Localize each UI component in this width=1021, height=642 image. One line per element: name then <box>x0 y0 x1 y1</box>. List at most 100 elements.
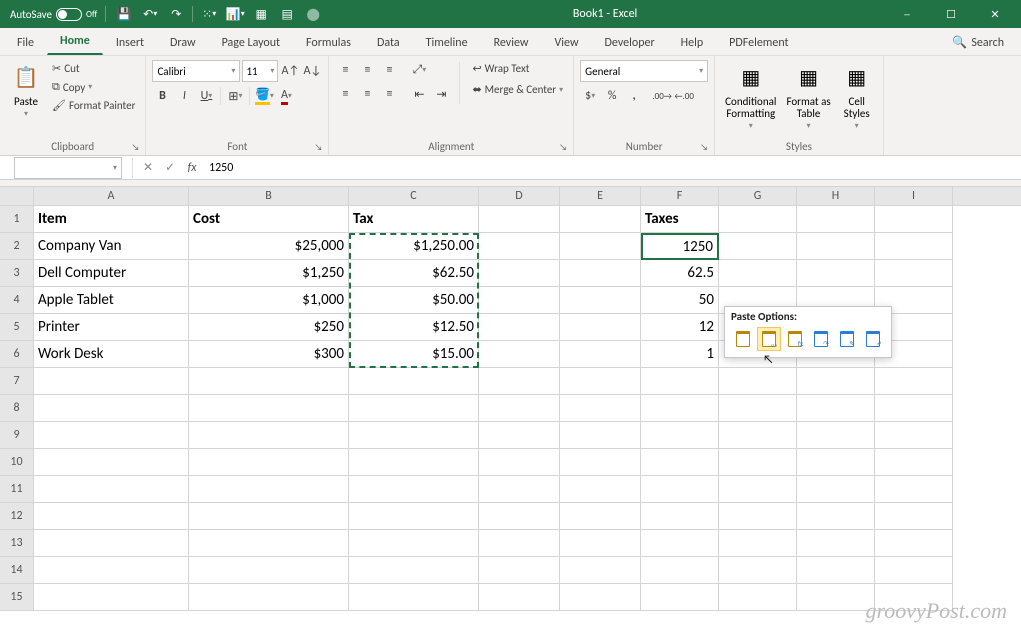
cell-F3[interactable]: 62.5 <box>641 260 719 287</box>
cell-B15[interactable] <box>189 584 349 611</box>
col-header[interactable]: C <box>349 187 479 205</box>
cell-F1[interactable]: Taxes <box>641 206 719 233</box>
paste-button[interactable]: 📋 Paste ▾ <box>6 60 46 121</box>
merge-center-button[interactable]: ⬌Merge & Center▾ <box>468 81 567 98</box>
cell-F10[interactable] <box>641 449 719 476</box>
paste-all-button[interactable] <box>731 327 755 351</box>
row-header[interactable]: 5 <box>0 314 34 341</box>
cell-C10[interactable] <box>349 449 479 476</box>
cell-H3[interactable] <box>797 260 875 287</box>
paste-values-button[interactable]: ₁₂₃ <box>757 327 781 351</box>
cell-E15[interactable] <box>560 584 641 611</box>
align-center-icon[interactable]: ≡ <box>357 84 377 104</box>
font-color-button[interactable]: A▾ <box>276 86 296 106</box>
align-top-icon[interactable]: ≡ <box>335 60 355 80</box>
cell-F12[interactable] <box>641 503 719 530</box>
number-format-select[interactable]: General▾ <box>580 60 708 82</box>
cell-A12[interactable] <box>34 503 189 530</box>
cell-C14[interactable] <box>349 557 479 584</box>
tab-developer[interactable]: Developer <box>592 29 668 55</box>
cell-C2[interactable]: $1,250.00 <box>349 233 479 260</box>
cell-G12[interactable] <box>719 503 797 530</box>
cell-A3[interactable]: Dell Computer <box>34 260 189 287</box>
cell-B14[interactable] <box>189 557 349 584</box>
cell-B4[interactable]: $1,000 <box>189 287 349 314</box>
tab-pagelayout[interactable]: Page Layout <box>209 29 293 55</box>
row-header[interactable]: 12 <box>0 503 34 530</box>
qat-scatter-icon[interactable]: ⁙▾ <box>197 2 221 26</box>
borders-button[interactable]: ⊞▾ <box>225 86 245 106</box>
cell-E2[interactable] <box>560 233 641 260</box>
cell-H10[interactable] <box>797 449 875 476</box>
cell-B9[interactable] <box>189 422 349 449</box>
dialog-launcher-icon[interactable]: ↘ <box>132 142 140 153</box>
cut-button[interactable]: ✂Cut <box>48 60 139 77</box>
worksheet-grid[interactable]: A B C D E F G H I 123456789101112131415 … <box>0 186 1021 611</box>
cell-D4[interactable] <box>479 287 560 314</box>
col-header[interactable]: I <box>875 187 953 205</box>
tab-help[interactable]: Help <box>668 29 717 55</box>
increase-decimal-icon[interactable]: .00→ <box>652 86 672 106</box>
cell-C3[interactable]: $62.50 <box>349 260 479 287</box>
fx-icon[interactable]: fx <box>181 157 203 179</box>
autosave-toggle[interactable]: AutoSave Off <box>10 8 97 21</box>
cell-B8[interactable] <box>189 395 349 422</box>
confirm-edit-icon[interactable]: ✓ <box>159 157 181 179</box>
col-header[interactable]: D <box>479 187 560 205</box>
row-header[interactable]: 7 <box>0 368 34 395</box>
cell-B6[interactable]: $300 <box>189 341 349 368</box>
row-header[interactable]: 2 <box>0 233 34 260</box>
cell-H13[interactable] <box>797 530 875 557</box>
row-header[interactable]: 6 <box>0 341 34 368</box>
dialog-launcher-icon[interactable]: ↘ <box>559 142 567 153</box>
cell-H15[interactable] <box>797 584 875 611</box>
cell-G11[interactable] <box>719 476 797 503</box>
cell-styles-button[interactable]: ▦Cell Styles▾ <box>837 60 877 133</box>
cell-A9[interactable] <box>34 422 189 449</box>
cell-G10[interactable] <box>719 449 797 476</box>
row-header[interactable]: 10 <box>0 449 34 476</box>
row-header[interactable]: 11 <box>0 476 34 503</box>
cell-H8[interactable] <box>797 395 875 422</box>
cell-I11[interactable] <box>875 476 953 503</box>
cell-E12[interactable] <box>560 503 641 530</box>
cell-H11[interactable] <box>797 476 875 503</box>
row-header[interactable]: 8 <box>0 395 34 422</box>
conditional-formatting-button[interactable]: ▦Conditional Formatting▾ <box>721 60 780 133</box>
cell-B12[interactable] <box>189 503 349 530</box>
cell-H14[interactable] <box>797 557 875 584</box>
cell-C5[interactable]: $12.50 <box>349 314 479 341</box>
dialog-launcher-icon[interactable]: ↘ <box>315 142 323 153</box>
cell-A13[interactable] <box>34 530 189 557</box>
save-icon[interactable]: 💾 <box>112 2 136 26</box>
row-header[interactable]: 1 <box>0 206 34 233</box>
increase-font-icon[interactable]: A↑ <box>280 61 300 81</box>
decrease-font-icon[interactable]: A↓ <box>302 61 322 81</box>
align-bottom-icon[interactable]: ≡ <box>379 60 399 80</box>
cell-G2[interactable] <box>719 233 797 260</box>
increase-indent-icon[interactable]: ⇥ <box>431 84 451 104</box>
cell-A2[interactable]: Company Van <box>34 233 189 260</box>
cell-G3[interactable] <box>719 260 797 287</box>
name-box[interactable]: ▾ <box>14 157 122 179</box>
cell-C11[interactable] <box>349 476 479 503</box>
cell-B7[interactable] <box>189 368 349 395</box>
cell-D8[interactable] <box>479 395 560 422</box>
paste-transpose-button[interactable]: ↷ <box>809 327 833 351</box>
cell-C6[interactable]: $15.00 <box>349 341 479 368</box>
cell-D5[interactable] <box>479 314 560 341</box>
cell-F7[interactable] <box>641 368 719 395</box>
row-header[interactable]: 4 <box>0 287 34 314</box>
cell-B10[interactable] <box>189 449 349 476</box>
tab-review[interactable]: Review <box>481 29 542 55</box>
cell-E5[interactable] <box>560 314 641 341</box>
cell-H7[interactable] <box>797 368 875 395</box>
cell-I7[interactable] <box>875 368 953 395</box>
paste-link-button[interactable]: ⤶ <box>861 327 885 351</box>
cell-C15[interactable] <box>349 584 479 611</box>
qat-table-icon[interactable]: ▦ <box>249 2 273 26</box>
formula-value[interactable]: 1250 <box>203 161 1021 175</box>
paste-formulas-button[interactable]: fx <box>783 327 807 351</box>
cell-A6[interactable]: Work Desk <box>34 341 189 368</box>
col-header[interactable]: B <box>189 187 349 205</box>
